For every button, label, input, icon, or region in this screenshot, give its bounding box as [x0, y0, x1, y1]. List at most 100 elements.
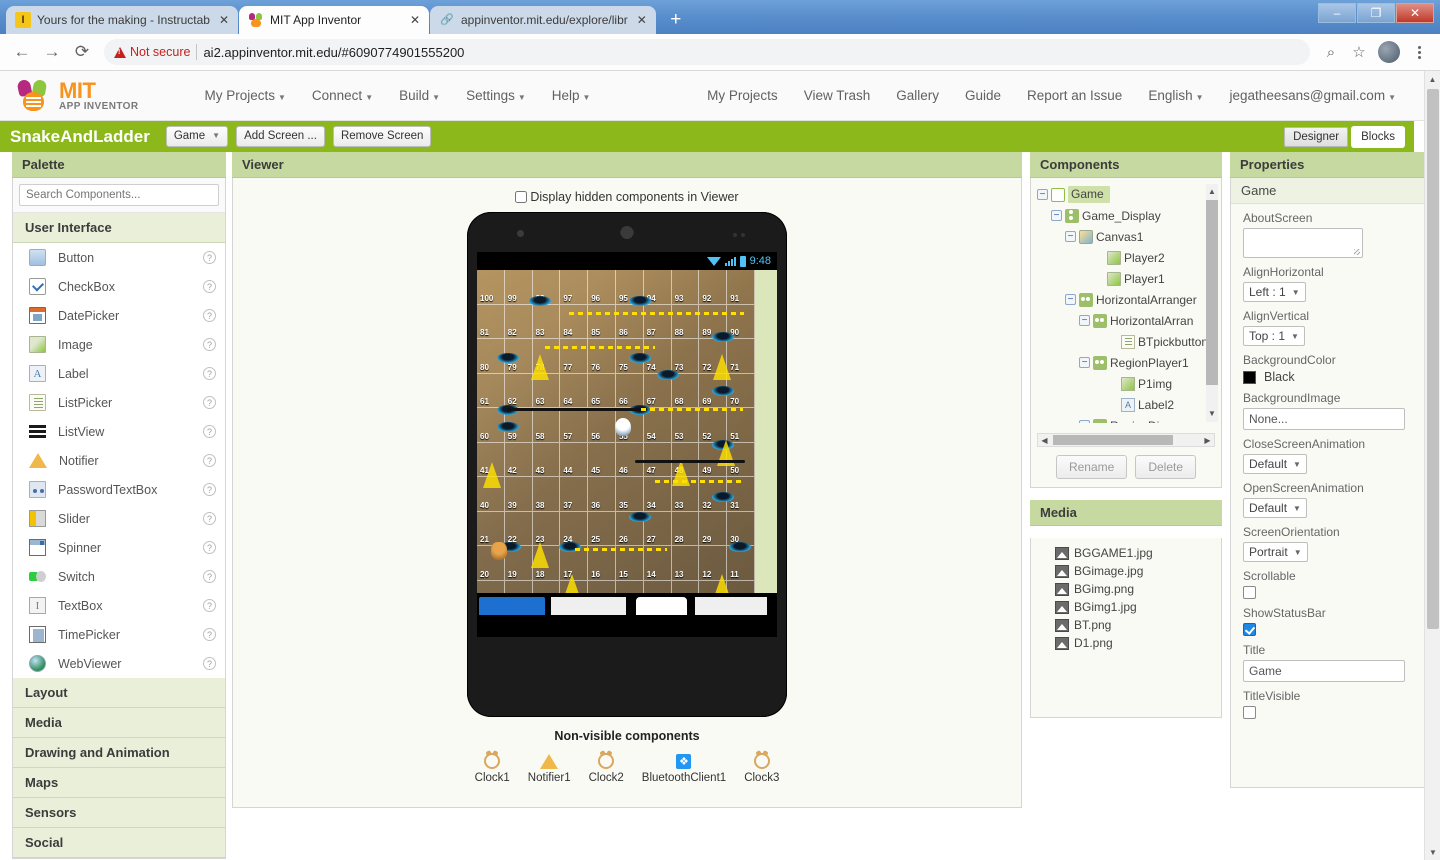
- collapse-toggle-icon[interactable]: −: [1065, 231, 1076, 242]
- new-tab-button[interactable]: +: [661, 6, 691, 34]
- showstatusbar-checkbox[interactable]: [1243, 623, 1256, 636]
- account-menu[interactable]: jegatheesans@gmail.com ▼: [1230, 88, 1396, 103]
- close-icon[interactable]: ✕: [634, 13, 650, 27]
- palette-item-webviewer[interactable]: WebViewer ?: [13, 649, 225, 678]
- collapse-toggle-icon[interactable]: −: [1079, 420, 1090, 423]
- tree-node-label2[interactable]: A Label2: [1037, 394, 1221, 415]
- page-scroll-thumb[interactable]: [1427, 89, 1439, 629]
- collapse-toggle-icon[interactable]: −: [1079, 315, 1090, 326]
- rename-button[interactable]: Rename: [1055, 455, 1128, 479]
- palette-item-switch[interactable]: Switch ?: [13, 562, 225, 591]
- palette-category-user-interface[interactable]: User Interface: [13, 213, 225, 243]
- delete-button[interactable]: Delete: [1135, 455, 1197, 479]
- minimize-button[interactable]: –: [1318, 3, 1356, 23]
- menu-settings[interactable]: Settings ▼: [466, 88, 526, 103]
- palette-item-spinner[interactable]: Spinner ?: [13, 533, 225, 562]
- palette-item-timepicker[interactable]: TimePicker ?: [13, 620, 225, 649]
- help-icon[interactable]: ?: [203, 454, 216, 467]
- search-icon[interactable]: ⌕: [1318, 39, 1344, 65]
- openscreenanimation-select[interactable]: Default ▼: [1243, 498, 1307, 518]
- help-icon[interactable]: ?: [203, 338, 216, 351]
- media-file-item[interactable]: BGimage.jpg: [1031, 562, 1221, 580]
- palette-item-notifier[interactable]: Notifier ?: [13, 446, 225, 475]
- palette-item-textbox[interactable]: I TextBox ?: [13, 591, 225, 620]
- browser-tab-explore-library[interactable]: 🔗 appinventor.mit.edu/explore/libr ✕: [429, 6, 656, 34]
- link-guide[interactable]: Guide: [965, 88, 1001, 103]
- collapse-toggle-icon[interactable]: −: [1051, 210, 1062, 221]
- palette-category-media[interactable]: Media: [13, 708, 225, 738]
- media-file-item[interactable]: BGimg.png: [1031, 580, 1221, 598]
- tree-node-btpickbutton[interactable]: BTpickbutton: [1037, 331, 1221, 352]
- help-icon[interactable]: ?: [203, 541, 216, 554]
- scroll-down-arrow-icon[interactable]: ▼: [1206, 406, 1218, 422]
- scroll-right-arrow-icon[interactable]: ▶: [1201, 436, 1214, 445]
- media-file-item[interactable]: BT.png: [1031, 616, 1221, 634]
- link-my-projects[interactable]: My Projects: [707, 88, 778, 103]
- non-visible-component-notifier1[interactable]: Notifier1: [528, 750, 571, 784]
- h-scroll-thumb[interactable]: [1053, 435, 1173, 445]
- scroll-down-arrow-icon[interactable]: ▼: [1425, 844, 1440, 860]
- palette-item-listview[interactable]: ListView ?: [13, 417, 225, 446]
- screenorientation-select[interactable]: Portrait ▼: [1243, 542, 1308, 562]
- palette-item-slider[interactable]: Slider ?: [13, 504, 225, 533]
- scrollable-checkbox[interactable]: [1243, 586, 1256, 599]
- maximize-button[interactable]: ❐: [1357, 3, 1395, 23]
- palette-item-listpicker[interactable]: ListPicker ?: [13, 388, 225, 417]
- title-input[interactable]: [1243, 660, 1405, 682]
- tree-node-player2[interactable]: Player2: [1037, 247, 1221, 268]
- help-icon[interactable]: ?: [203, 483, 216, 496]
- forward-icon[interactable]: →: [38, 38, 66, 66]
- non-visible-component-clock3[interactable]: Clock3: [744, 750, 779, 784]
- language-selector[interactable]: English ▼: [1148, 88, 1203, 103]
- component-tree-vertical-scrollbar[interactable]: ▲ ▼: [1206, 184, 1218, 422]
- menu-help[interactable]: Help ▼: [552, 88, 591, 103]
- reload-icon[interactable]: ⟳: [68, 38, 96, 66]
- link-report-an-issue[interactable]: Report an Issue: [1027, 88, 1122, 103]
- help-icon[interactable]: ?: [203, 280, 216, 293]
- tree-node-p1img[interactable]: P1img: [1037, 373, 1221, 394]
- palette-item-checkbox[interactable]: CheckBox ?: [13, 272, 225, 301]
- close-icon[interactable]: ✕: [216, 13, 232, 27]
- palette-category-drawing-and-animation[interactable]: Drawing and Animation: [13, 738, 225, 768]
- tree-node-canvas1[interactable]: − Canvas1: [1037, 226, 1221, 247]
- scroll-up-arrow-icon[interactable]: ▲: [1425, 71, 1440, 87]
- color-swatch[interactable]: [1243, 370, 1256, 384]
- media-file-item[interactable]: BGimg1.jpg: [1031, 598, 1221, 616]
- avatar[interactable]: [1378, 41, 1400, 63]
- help-icon[interactable]: ?: [203, 657, 216, 670]
- non-visible-component-clock2[interactable]: Clock2: [589, 750, 624, 784]
- screen-select-dropdown[interactable]: Game ▼: [165, 126, 229, 147]
- tree-node-horizontalarranger[interactable]: − HorizontalArranger: [1037, 289, 1221, 310]
- link-gallery[interactable]: Gallery: [896, 88, 939, 103]
- collapse-toggle-icon[interactable]: −: [1065, 294, 1076, 305]
- search-components-input[interactable]: [19, 184, 219, 206]
- help-icon[interactable]: ?: [203, 628, 216, 641]
- backgroundcolor-picker[interactable]: Black: [1243, 370, 1413, 384]
- help-icon[interactable]: ?: [203, 309, 216, 322]
- alignvertical-select[interactable]: Top : 1 ▼: [1243, 326, 1305, 346]
- close-icon[interactable]: ✕: [407, 13, 423, 27]
- aboutscreen-textarea[interactable]: [1243, 228, 1363, 258]
- kebab-menu-icon[interactable]: [1406, 39, 1432, 65]
- help-icon[interactable]: ?: [203, 425, 216, 438]
- link-view-trash[interactable]: View Trash: [804, 88, 871, 103]
- palette-item-image[interactable]: Image ?: [13, 330, 225, 359]
- help-icon[interactable]: ?: [203, 512, 216, 525]
- alignhorizontal-select[interactable]: Left : 1 ▼: [1243, 282, 1306, 302]
- backgroundimage-input[interactable]: [1243, 408, 1405, 430]
- game-board-canvas[interactable]: 100 99 98 97 96 95 94 93 92 91 81: [477, 270, 777, 615]
- help-icon[interactable]: ?: [203, 396, 216, 409]
- display-hidden-components-row[interactable]: Display hidden components in Viewer: [233, 178, 1021, 204]
- tree-node-horizontalarranger-nested[interactable]: − HorizontalArran: [1037, 310, 1221, 331]
- tree-node-game[interactable]: − Game: [1037, 184, 1221, 205]
- tree-node-player1[interactable]: Player1: [1037, 268, 1221, 289]
- help-icon[interactable]: ?: [203, 251, 216, 264]
- titlevisible-checkbox[interactable]: [1243, 706, 1256, 719]
- display-hidden-components-checkbox[interactable]: [515, 191, 528, 203]
- collapse-toggle-icon[interactable]: −: [1037, 189, 1048, 200]
- palette-item-button[interactable]: Button ?: [13, 243, 225, 272]
- palette-category-layout[interactable]: Layout: [13, 678, 225, 708]
- not-secure-indicator[interactable]: Not secure: [114, 45, 190, 59]
- scroll-thumb[interactable]: [1206, 200, 1218, 385]
- palette-item-datepicker[interactable]: DatePicker ?: [13, 301, 225, 330]
